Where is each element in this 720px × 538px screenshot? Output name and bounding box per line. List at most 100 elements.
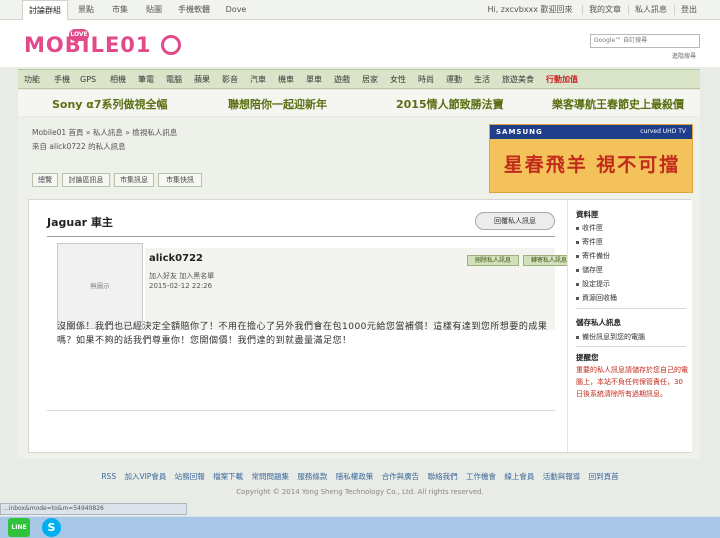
advanced-search-link[interactable]: 進階搜尋 xyxy=(672,51,696,60)
tab-stickers[interactable]: 貼圖 xyxy=(140,0,168,20)
category-item[interactable]: 機車 xyxy=(278,70,294,89)
footer-link[interactable]: 站務回報 xyxy=(175,472,205,481)
category-item[interactable]: 相機 xyxy=(110,70,126,89)
promo-link[interactable]: 聯想陪你一起迎新年 xyxy=(228,96,327,112)
sidebar-item-backup[interactable]: 備份訊息到您的電腦 xyxy=(576,332,645,342)
sidebar-item-label: 寄件備份 xyxy=(582,252,610,260)
footer-link[interactable]: 常問問題集 xyxy=(252,472,290,481)
sidebar-item-outbox[interactable]: 寄件匣 xyxy=(576,237,603,247)
footer-link[interactable]: RSS xyxy=(101,472,116,481)
bullet-icon xyxy=(576,282,579,286)
category-item[interactable]: 單車 xyxy=(306,70,322,89)
category-bar: 功能 手機 GPS 相機 筆電 電腦 蘋果 影音 汽車 機車 單車 遊戲 居家 … xyxy=(18,69,700,89)
sidebar-item-settings[interactable]: 設定提示 xyxy=(576,279,610,289)
tab-forum[interactable]: 討論群組 xyxy=(22,0,68,21)
promo-link[interactable]: 樂客導航王春節史上最殺價 xyxy=(552,96,684,112)
tab-market[interactable]: 市集 xyxy=(106,0,134,20)
message-body: 沒關係！我們也已經決定全額賠你了！不用在擔心了另外我們會在包1000元給您當補償… xyxy=(57,322,548,346)
breadcrumb[interactable]: Mobile01 首頁 » 私人訊息 » 檢視私人訊息 xyxy=(32,127,177,138)
tab-spots[interactable]: 景點 xyxy=(72,0,100,20)
sidebar-item-label: 儲存匣 xyxy=(582,266,603,274)
category-item[interactable]: 女性 xyxy=(390,70,406,89)
mailbox-title: 資料匣 xyxy=(576,210,599,219)
message-source: 來自 alick0722 的私人訊息 xyxy=(32,142,126,151)
promo-link[interactable]: 2015情人節致勝法寶 xyxy=(396,96,504,112)
footer-link[interactable]: 服務條款 xyxy=(297,472,327,481)
category-item[interactable]: 時尚 xyxy=(418,70,434,89)
subtab-market-news[interactable]: 市集快訊 xyxy=(158,173,202,187)
site-header: MOBILE01 LOVE Google™ 自訂搜尋 進階搜尋 xyxy=(0,20,720,67)
message-content: Jaguar 車主 回覆私人訊息 無圖示 alick0722 加入好友 加入黑名… xyxy=(29,200,575,452)
footer-link[interactable]: 合作與廣告 xyxy=(382,472,420,481)
private-messages-link[interactable]: 私人訊息 xyxy=(632,0,670,20)
promo-link[interactable]: Sony α7系列做視全幅 xyxy=(52,96,168,112)
avatar-placeholder: 無圖示 xyxy=(90,282,110,290)
tab-apps[interactable]: 手機軟體 xyxy=(174,0,214,20)
subtab-overview[interactable]: 總覽 xyxy=(32,173,58,187)
category-item[interactable]: 遊戲 xyxy=(334,70,350,89)
promo-bar: Sony α7系列做視全幅 聯想陪你一起迎新年 2015情人節致勝法寶 樂客導航… xyxy=(18,90,700,116)
footer-link[interactable]: 檔案下載 xyxy=(213,472,243,481)
footer-link[interactable]: 隱私權政策 xyxy=(336,472,374,481)
footer-link[interactable]: 活動與報導 xyxy=(543,472,581,481)
friend-blacklist-links[interactable]: 加入好友 加入黑名單 xyxy=(149,271,214,281)
sidebar-item-label: 寄件匣 xyxy=(582,238,603,246)
divider xyxy=(582,5,583,15)
divider xyxy=(47,410,555,411)
category-item[interactable]: 汽車 xyxy=(250,70,266,89)
category-item[interactable]: 電腦 xyxy=(166,70,182,89)
sidebar-item-sent[interactable]: 寄件備份 xyxy=(576,251,610,261)
logout-link[interactable]: 登出 xyxy=(678,0,700,20)
my-posts-link[interactable]: 我的文章 xyxy=(586,0,624,20)
reply-button[interactable]: 回覆私人訊息 xyxy=(475,212,555,230)
copyright: Copyright © 2014 Yong Sheng Technology C… xyxy=(236,488,484,496)
category-item[interactable]: 居家 xyxy=(362,70,378,89)
greeting-text: Hi, zxcvbxxx 歡迎回來 xyxy=(487,5,573,14)
category-item[interactable]: GPS xyxy=(80,70,96,89)
bullet-icon xyxy=(576,296,579,300)
delete-message-button[interactable]: 刪除私人訊息 xyxy=(467,255,519,266)
footer-link[interactable]: 回到頁首 xyxy=(589,472,619,481)
notice-title: 提醒您 xyxy=(576,353,599,362)
search-input[interactable]: Google™ 自訂搜尋 xyxy=(590,34,700,48)
footer-links: RSS 加入VIP會員 站務回報 檔案下載 常問問題集 服務條款 隱私權政策 合… xyxy=(0,471,720,482)
message-sidebar: 資料匣 收件匣 寄件匣 寄件備份 儲存匣 設定提示 資源回收桶 儲存私人訊息 備… xyxy=(567,200,692,452)
ad-text: 星春飛羊 視不可擋 xyxy=(503,154,681,176)
sender-name[interactable]: alick0722 xyxy=(149,253,203,264)
bullet-icon xyxy=(576,226,579,230)
line-app-icon[interactable]: LINE xyxy=(8,518,30,537)
footer-link[interactable]: 聯絡我們 xyxy=(428,472,458,481)
page-title: Jaguar 車主 xyxy=(47,216,113,229)
category-item[interactable]: 旅遊美食 xyxy=(502,70,534,89)
logo-badge: LOVE xyxy=(69,29,89,41)
sidebar-item-label: 收件匣 xyxy=(582,224,603,232)
category-item[interactable]: 筆電 xyxy=(138,70,154,89)
divider xyxy=(674,5,675,15)
tab-dove[interactable]: Dove xyxy=(222,0,250,20)
footer-link[interactable]: 加入VIP會員 xyxy=(124,472,166,481)
bullet-icon xyxy=(576,268,579,272)
footer-link[interactable]: 工作機會 xyxy=(466,472,496,481)
divider xyxy=(576,308,686,309)
category-item[interactable]: 運動 xyxy=(446,70,462,89)
avatar: 無圖示 xyxy=(57,243,143,329)
sidebar-item-inbox[interactable]: 收件匣 xyxy=(576,223,603,233)
ad-banner[interactable]: SAMSUNG curved UHD TV 星春飛羊 視不可擋 xyxy=(489,124,693,193)
subtab-forum-messages[interactable]: 討論區訊息 xyxy=(62,173,110,187)
category-item[interactable]: 手機 xyxy=(54,70,70,89)
category-item-highlight[interactable]: 行動加值 xyxy=(546,70,578,89)
message-header: alick0722 加入好友 加入黑名單 2015-02-12 22:26 刪除… xyxy=(145,248,575,330)
subtab-market-messages[interactable]: 市集訊息 xyxy=(114,173,154,187)
category-item[interactable]: 功能 xyxy=(24,70,40,89)
category-item[interactable]: 生活 xyxy=(474,70,490,89)
sidebar-item-trash[interactable]: 資源回收桶 xyxy=(576,293,617,303)
message-panel: Jaguar 車主 回覆私人訊息 無圖示 alick0722 加入好友 加入黑名… xyxy=(28,199,692,453)
sidebar-item-saved[interactable]: 儲存匣 xyxy=(576,265,603,275)
footer-link[interactable]: 線上會員 xyxy=(504,472,534,481)
skype-app-icon[interactable]: S xyxy=(42,518,61,537)
category-item[interactable]: 蘋果 xyxy=(194,70,210,89)
notice-text: 重要的私人訊息請儲存於您自己的電腦上，本站不負任何保管責任，30日後系統清除所有… xyxy=(576,366,688,398)
category-item[interactable]: 影音 xyxy=(222,70,238,89)
sidebar-item-label: 備份訊息到您的電腦 xyxy=(582,333,645,341)
site-logo[interactable]: MOBILE01 LOVE xyxy=(24,29,184,62)
